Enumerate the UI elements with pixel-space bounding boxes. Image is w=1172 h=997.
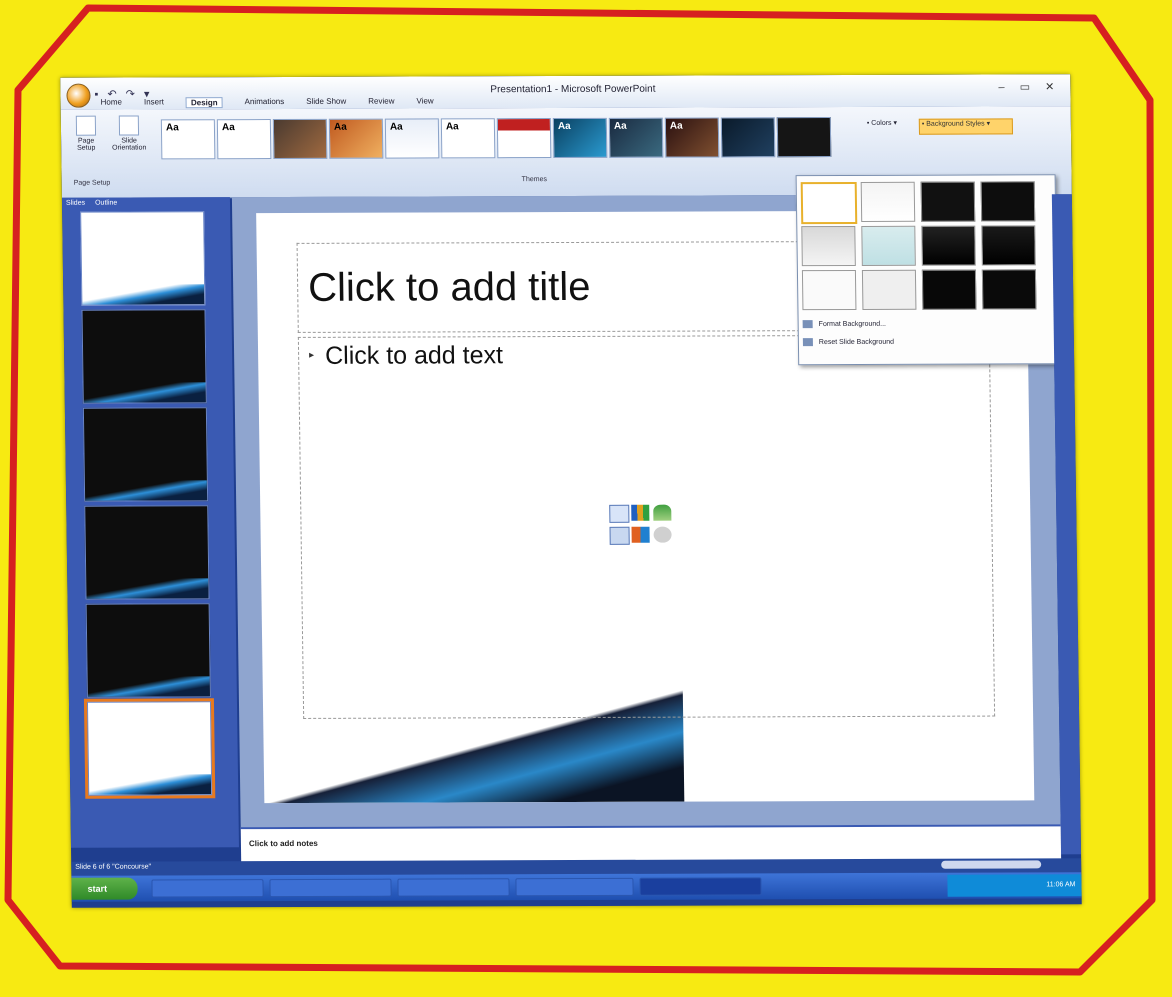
tab-outline[interactable]: Outline bbox=[95, 200, 117, 207]
slides-panel: Slides Outline bbox=[61, 197, 239, 848]
windows-taskbar: start 11:06 AM bbox=[71, 872, 1082, 902]
bg-style-3[interactable] bbox=[920, 181, 976, 222]
title-placeholder-text: Click to add title bbox=[307, 264, 591, 310]
slide-thumbnail-active[interactable] bbox=[83, 698, 216, 799]
title-bar: ▪ ↶ ↷ ▾ Presentation1 - Microsoft PowerP… bbox=[60, 74, 1071, 110]
bg-style-7[interactable] bbox=[921, 225, 976, 266]
page-setup-group-label: Page Setup bbox=[73, 179, 111, 187]
theme-thumb-5[interactable]: Aa bbox=[384, 118, 440, 159]
slide-orientation-label: Slide Orientation bbox=[112, 137, 147, 152]
tab-review[interactable]: Review bbox=[368, 97, 394, 108]
notes-placeholder: Click to add notes bbox=[248, 838, 318, 849]
theme-thumb-6[interactable]: Aa bbox=[440, 118, 496, 159]
window-title: Presentation1 - Microsoft PowerPoint bbox=[490, 83, 656, 96]
format-background-menu-item[interactable]: Format Background... bbox=[802, 320, 886, 329]
tab-animations[interactable]: Animations bbox=[245, 97, 285, 108]
page-setup-button[interactable]: Page Setup bbox=[69, 115, 104, 170]
insert-smartart-icon[interactable] bbox=[653, 504, 672, 521]
tab-design[interactable]: Design bbox=[185, 97, 223, 109]
slide-thumbnail[interactable] bbox=[80, 211, 206, 306]
insert-media-icon[interactable] bbox=[653, 526, 672, 543]
page-setup-label: Page Setup bbox=[77, 137, 96, 152]
background-styles-gallery: Format Background... Reset Slide Backgro… bbox=[795, 174, 1059, 366]
reset-background-menu-item[interactable]: Reset Slide Background bbox=[802, 338, 894, 347]
ribbon-tabs: Home Insert Design Animations Slide Show… bbox=[101, 96, 434, 109]
theme-thumb-9[interactable]: Aa bbox=[608, 117, 664, 158]
window-controls[interactable]: – ▭ ✕ bbox=[998, 80, 1060, 93]
theme-thumb-2[interactable]: Aa bbox=[216, 119, 272, 160]
theme-thumb-10[interactable]: Aa bbox=[664, 117, 720, 158]
taskbar-item[interactable] bbox=[269, 878, 392, 898]
tab-slides[interactable]: Slides bbox=[66, 200, 85, 207]
insert-picture-icon[interactable] bbox=[609, 526, 630, 545]
slide-thumbnail[interactable] bbox=[82, 407, 209, 502]
taskbar-item[interactable] bbox=[151, 879, 264, 898]
bg-style-12[interactable] bbox=[981, 269, 1037, 310]
zoom-slider[interactable] bbox=[941, 860, 1042, 869]
bg-style-1[interactable] bbox=[800, 181, 858, 225]
insert-clipart-icon[interactable] bbox=[631, 526, 650, 543]
theme-thumb-8[interactable]: Aa bbox=[552, 117, 608, 159]
theme-thumb-12[interactable] bbox=[776, 117, 832, 158]
slide-thumbnail[interactable] bbox=[81, 309, 207, 404]
bg-style-11[interactable] bbox=[921, 269, 977, 310]
office-button[interactable] bbox=[66, 83, 91, 108]
insert-content-icons bbox=[609, 504, 672, 545]
reset-background-icon bbox=[802, 338, 813, 347]
tab-insert[interactable]: Insert bbox=[144, 97, 164, 108]
slide-orientation-icon bbox=[118, 115, 140, 136]
content-placeholder-text: Click to add text bbox=[324, 341, 504, 370]
themes-group-label: Themes bbox=[521, 176, 547, 184]
bg-style-5[interactable] bbox=[801, 225, 856, 267]
theme-thumb-3[interactable] bbox=[272, 118, 328, 160]
slide-orientation-button[interactable]: Slide Orientation bbox=[107, 115, 152, 169]
screen: ▪ ↶ ↷ ▾ Presentation1 - Microsoft PowerP… bbox=[60, 74, 1082, 908]
bg-style-8[interactable] bbox=[981, 225, 1036, 266]
theme-thumb-7[interactable] bbox=[496, 118, 552, 159]
notes-pane[interactable]: Click to add notes bbox=[240, 824, 1062, 864]
system-tray: 11:06 AM bbox=[947, 874, 1082, 897]
background-styles-button[interactable]: ▪ Background Styles ▾ bbox=[918, 118, 1013, 135]
clock: 11:06 AM bbox=[1046, 881, 1076, 889]
slide-thumbnail[interactable] bbox=[84, 505, 210, 600]
start-button[interactable]: start bbox=[71, 877, 138, 900]
tab-home[interactable]: Home bbox=[101, 98, 122, 109]
taskbar-item[interactable] bbox=[397, 878, 510, 897]
slide-thumbnail[interactable] bbox=[85, 603, 211, 698]
insert-table-icon[interactable] bbox=[609, 504, 630, 523]
taskbar-item[interactable] bbox=[515, 877, 634, 897]
bg-style-6[interactable] bbox=[861, 225, 916, 266]
slides-panel-tabs: Slides Outline bbox=[66, 200, 117, 207]
theme-thumb-office[interactable]: Aa bbox=[160, 119, 216, 160]
insert-chart-icon[interactable] bbox=[631, 504, 650, 521]
taskbar-item-powerpoint[interactable] bbox=[639, 877, 762, 896]
theme-thumb-11[interactable] bbox=[720, 117, 776, 158]
bg-style-2[interactable] bbox=[860, 181, 916, 222]
status-text: Slide 6 of 6 "Concourse" bbox=[75, 863, 152, 871]
bg-style-10[interactable] bbox=[861, 269, 917, 310]
theme-thumb-4[interactable]: Aa bbox=[328, 118, 384, 159]
bg-style-4[interactable] bbox=[980, 181, 1036, 222]
page-setup-icon bbox=[75, 115, 97, 136]
content-placeholder[interactable]: ▸ Click to add text bbox=[297, 334, 996, 719]
tab-view[interactable]: View bbox=[416, 96, 433, 107]
bg-style-9[interactable] bbox=[801, 269, 857, 311]
bullet-icon: ▸ bbox=[309, 349, 315, 361]
colors-button[interactable]: ▪ Colors ▾ bbox=[867, 119, 897, 127]
format-background-icon bbox=[802, 320, 813, 329]
tab-slide-show[interactable]: Slide Show bbox=[306, 97, 346, 108]
